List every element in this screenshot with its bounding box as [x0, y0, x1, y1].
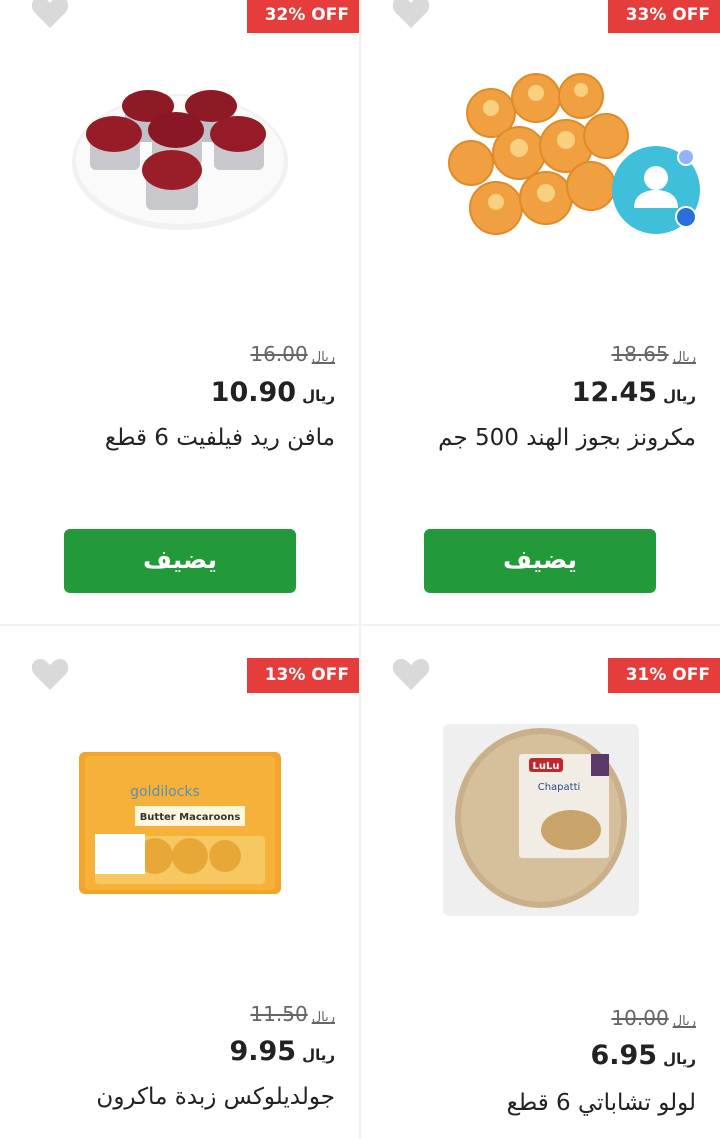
discount-badge: 31% OFF — [607, 658, 720, 693]
old-price: ريال11.50 — [250, 1002, 335, 1026]
old-price-value: 11.50 — [250, 1002, 308, 1026]
status-dot-icon — [677, 148, 695, 166]
price: ريال 6.95 — [590, 1040, 696, 1071]
heart-icon[interactable] — [30, 656, 70, 692]
price: ريال 12.45 — [572, 377, 696, 408]
price-value: 12.45 — [571, 377, 658, 408]
product-card[interactable]: 31% OFF LuLu Chapatti ريال10.00 ريال6.95… — [361, 626, 720, 1139]
product-name[interactable]: جولديلوكس زبدة ماكرون — [96, 1084, 335, 1110]
old-price: ريال10.00 — [611, 1006, 696, 1030]
product-name[interactable]: لولو تشاباتي 6 قطع — [507, 1090, 696, 1116]
heart-icon[interactable] — [391, 656, 431, 692]
pack-label-text: Butter Macaroons — [139, 812, 240, 823]
heart-icon[interactable] — [391, 0, 431, 30]
discount-badge: 32% OFF — [246, 0, 359, 33]
old-price-currency: ريال — [311, 1010, 335, 1025]
red-velvet-muffins-image — [71, 90, 288, 230]
old-price-value: 10.00 — [611, 1006, 669, 1030]
price-value: 10.90 — [210, 377, 297, 408]
price-currency: ريال — [302, 387, 335, 405]
coconut-macaroons-image — [447, 73, 629, 235]
chat-bubble-icon — [675, 206, 697, 228]
price-currency: ريال — [663, 1050, 696, 1068]
pack-brand-text: LuLu — [532, 761, 559, 772]
price: ريال 9.95 — [229, 1036, 335, 1067]
butter-macaroons-pack-image: Butter Macaroons goldilocks — [78, 752, 281, 894]
old-price: ريال16.00 — [250, 342, 335, 366]
product-card[interactable]: 32% OFF ريال16.00 ريال10.90 مافن ريد فيل… — [0, 0, 359, 624]
product-name[interactable]: مافن ريد فيلفيت 6 قطع — [105, 425, 335, 451]
price: ريال 10.90 — [211, 377, 335, 408]
heart-icon[interactable] — [30, 0, 70, 30]
product-card[interactable]: 13% OFF Butter Macaroons goldilocks ريال… — [0, 626, 359, 1139]
product-card[interactable]: 33% OFF ريال18.65 ريال12.45 مكرونز بجوز … — [361, 0, 720, 624]
discount-badge: 13% OFF — [246, 658, 359, 693]
price-value: 6.95 — [590, 1040, 658, 1071]
old-price-value: 18.65 — [611, 342, 669, 366]
pack-label-text: Chapatti — [537, 782, 580, 793]
product-name[interactable]: مكرونز بجوز الهند 500 جم — [438, 425, 696, 451]
chat-support-avatar-icon[interactable] — [612, 146, 700, 234]
price-currency: ريال — [302, 1046, 335, 1064]
add-button[interactable]: يضيف — [424, 529, 656, 593]
old-price: ريال18.65 — [611, 342, 696, 366]
discount-badge: 33% OFF — [607, 0, 720, 33]
price-value: 9.95 — [229, 1036, 297, 1067]
pack-brand-text: goldilocks — [130, 784, 200, 800]
old-price-currency: ريال — [672, 1014, 696, 1029]
old-price-value: 16.00 — [250, 342, 308, 366]
lulu-chapatti-pack-image: LuLu Chapatti — [442, 724, 639, 916]
old-price-currency: ريال — [672, 350, 696, 365]
old-price-currency: ريال — [311, 350, 335, 365]
add-button[interactable]: يضيف — [64, 529, 296, 593]
price-currency: ريال — [663, 387, 696, 405]
